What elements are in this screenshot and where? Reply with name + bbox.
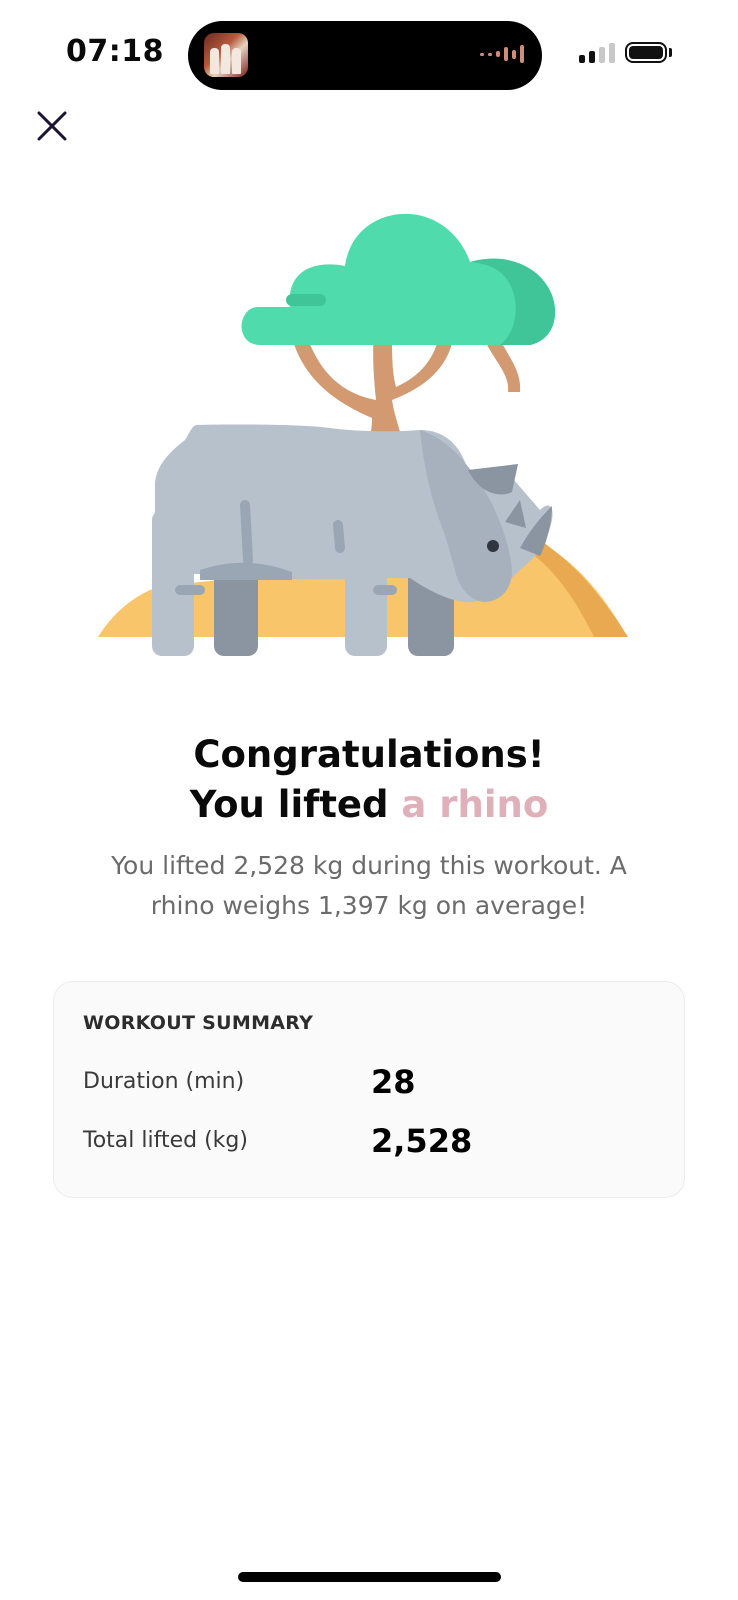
- close-icon: [37, 111, 67, 141]
- workout-summary-card: WORKOUT SUMMARY Duration (min) 28 Total …: [53, 981, 685, 1198]
- home-indicator[interactable]: [238, 1572, 501, 1582]
- status-time: 07:18: [66, 34, 164, 69]
- duration-value: 28: [371, 1063, 416, 1101]
- subtitle-highlight: a rhino: [401, 783, 549, 826]
- dynamic-island[interactable]: [188, 21, 542, 90]
- now-playing-artwork: [204, 33, 248, 77]
- cellular-signal-icon: [579, 43, 615, 63]
- total-lifted-label: Total lifted (kg): [83, 1128, 248, 1153]
- congrats-title: Congratulations!: [193, 733, 545, 776]
- audio-waveform-icon: [480, 45, 524, 63]
- congrats-description: You lifted 2,528 kg during this workout.…: [111, 851, 627, 920]
- total-lifted-value: 2,528: [371, 1122, 473, 1160]
- duration-label: Duration (min): [83, 1069, 245, 1094]
- close-button[interactable]: [30, 104, 74, 148]
- subtitle-prefix: You lifted: [189, 783, 389, 826]
- congrats-subtitle: You lifted a rhino: [0, 780, 738, 830]
- summary-heading: WORKOUT SUMMARY: [83, 1012, 314, 1034]
- rhino-under-tree-illustration: [98, 213, 628, 656]
- battery-icon: [625, 42, 667, 63]
